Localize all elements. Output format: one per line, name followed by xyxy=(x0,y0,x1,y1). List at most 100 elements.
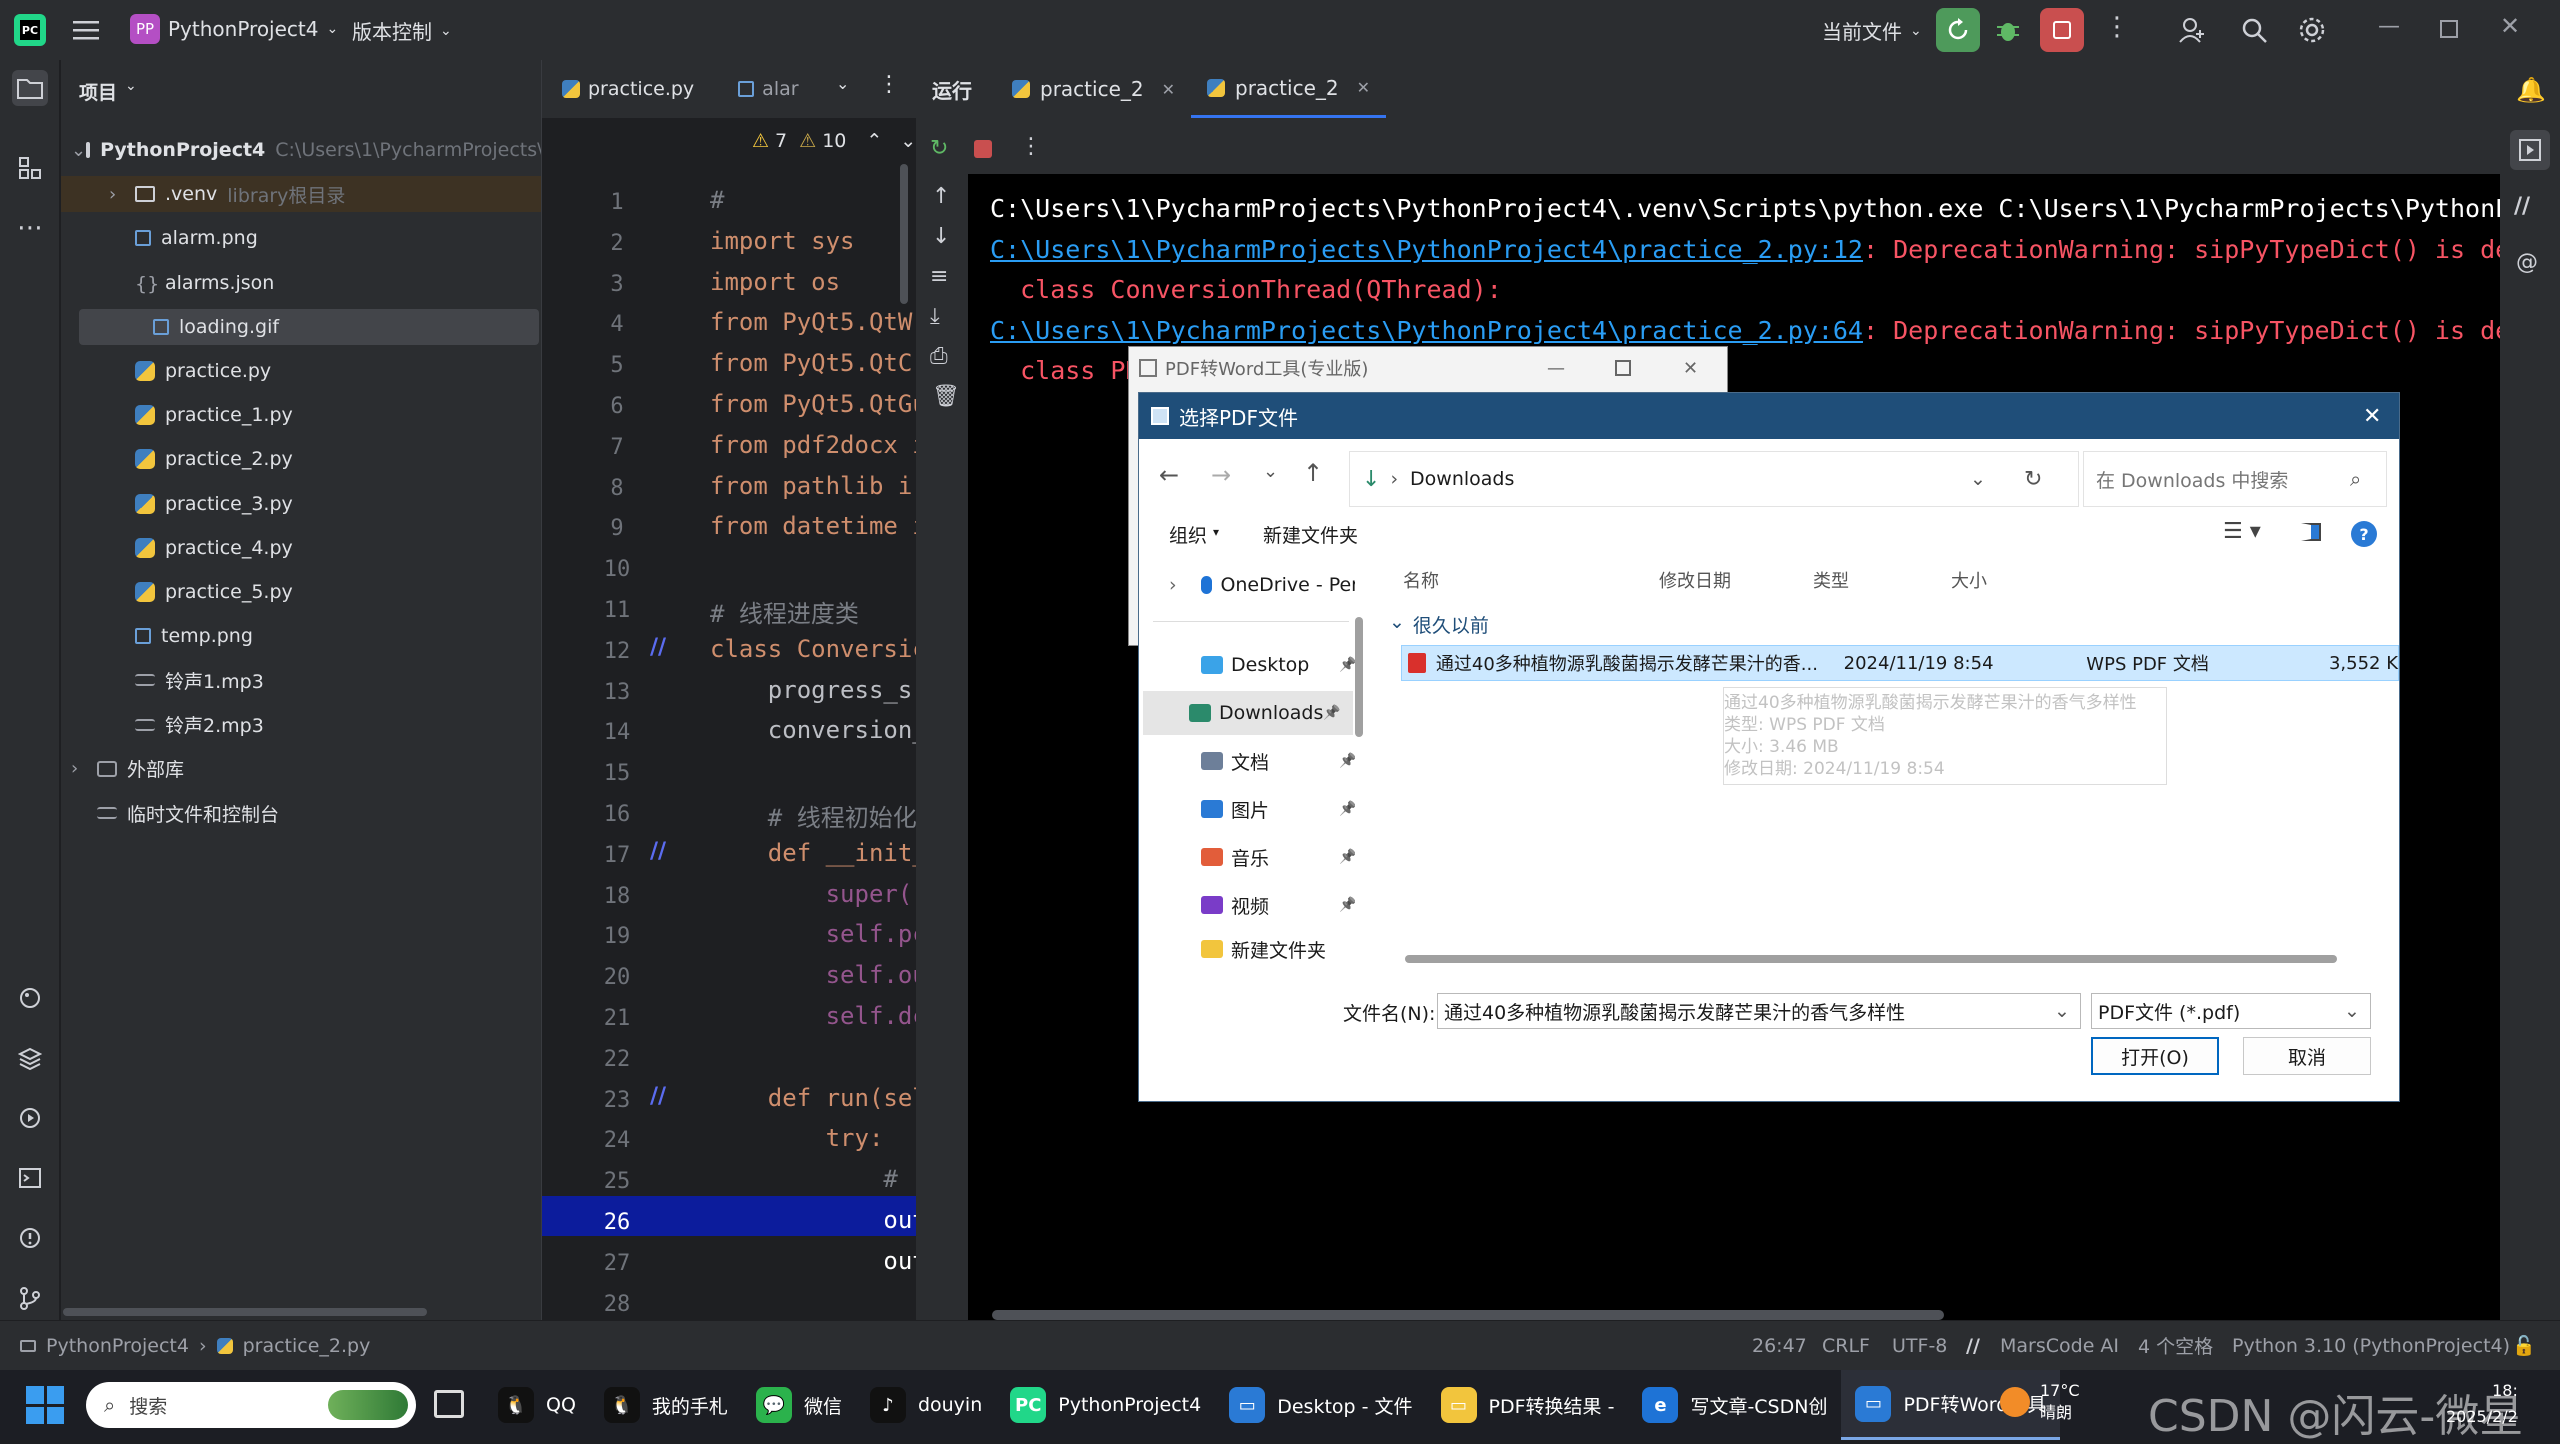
lock-icon[interactable]: 🔓 xyxy=(2512,1334,2536,1357)
marscode-icon[interactable]: // xyxy=(2514,194,2530,219)
notifications-icon[interactable]: 🔔 xyxy=(2516,76,2546,104)
taskbar-app[interactable]: 💬 微信 xyxy=(742,1370,856,1440)
editor-tab-alarm[interactable]: alar xyxy=(694,78,799,100)
chevron-right-icon[interactable]: › xyxy=(109,184,135,205)
task-view-icon[interactable] xyxy=(434,1390,464,1418)
line-ending[interactable]: CRLF xyxy=(1822,1335,1870,1357)
run-tab-practice-2-a[interactable]: practice_2 ✕ xyxy=(996,60,1191,118)
more-icon[interactable]: ⋮ xyxy=(1020,134,1042,159)
help-icon[interactable]: ? xyxy=(2351,521,2377,547)
more-icon[interactable]: ⋮ xyxy=(2104,12,2130,42)
tree-file[interactable]: practice_4.py xyxy=(109,530,531,566)
tree-file[interactable]: practice_2.py xyxy=(109,441,531,477)
chevron-down-icon[interactable]: ⌄ xyxy=(1970,468,1986,490)
more-tools-icon[interactable]: ⋯ xyxy=(12,210,48,246)
run-config-selector[interactable]: 当前文件 ⌄ xyxy=(1822,16,1922,45)
chevron-up-icon[interactable]: ⌃ xyxy=(866,130,882,152)
editor-tab-practice[interactable]: practice.py xyxy=(542,78,694,100)
column-size[interactable]: 大小 xyxy=(1951,567,1987,593)
dialog-search-input[interactable]: 在 Downloads 中搜索 ⌕ xyxy=(2083,451,2387,507)
more-icon[interactable]: ⋮ xyxy=(878,72,900,97)
close-icon[interactable]: ✕ xyxy=(1357,78,1370,97)
taskbar-app[interactable]: ▭ Desktop - 文件 xyxy=(1215,1370,1426,1440)
pycharm-logo-icon[interactable]: PC xyxy=(14,14,46,46)
new-folder-button[interactable]: 新建文件夹 xyxy=(1263,521,1358,548)
tree-folder[interactable]: › .venv library根目录 xyxy=(61,176,541,213)
debug-button[interactable] xyxy=(1990,12,2026,48)
cancel-button[interactable]: 取消 xyxy=(2243,1037,2371,1075)
git-branch-icon[interactable] xyxy=(12,1280,48,1316)
close-button[interactable]: ✕ xyxy=(2500,12,2520,40)
ai-assistant-icon[interactable]: @ xyxy=(2516,250,2538,275)
editor-scrollbar[interactable] xyxy=(900,164,908,304)
pin-icon[interactable]: 📌 xyxy=(1339,849,1355,865)
taskbar-app[interactable]: e 写文章-CSDN创 xyxy=(1628,1370,1841,1440)
chevron-down-icon[interactable]: ⌄ xyxy=(900,130,916,152)
breadcrumb-project[interactable]: PythonProject4 xyxy=(46,1335,189,1357)
console-file-link[interactable]: C:\Users\1\PycharmProjects\PythonProject… xyxy=(990,316,1863,345)
project-switcher[interactable]: PP PythonProject4 ⌄ xyxy=(130,14,338,44)
close-icon[interactable]: ✕ xyxy=(1162,80,1175,99)
run-window-icon[interactable] xyxy=(2510,130,2550,170)
pin-icon[interactable]: 📌 xyxy=(1339,897,1355,913)
close-button[interactable]: ✕ xyxy=(2363,404,2381,429)
taskbar-app[interactable]: PC PythonProject4 xyxy=(996,1370,1215,1440)
file-row[interactable]: 通过40多种植物源乳酸菌揭示发酵芒果汁的香... 2024/11/19 8:54… xyxy=(1401,645,2399,681)
start-button[interactable] xyxy=(26,1386,64,1424)
tree-file[interactable]: practice_1.py xyxy=(109,397,531,433)
ai-status[interactable]: MarsCode AI xyxy=(2000,1335,2119,1357)
rerun-button[interactable] xyxy=(1936,8,1980,52)
taskbar-app[interactable]: ♪ douyin xyxy=(856,1370,996,1440)
nav-item[interactable]: 视频 📌 xyxy=(1159,883,1355,927)
back-icon[interactable]: ← xyxy=(1159,461,1179,489)
up-icon[interactable]: ↑ xyxy=(1303,459,1323,487)
stop-icon[interactable] xyxy=(974,140,992,158)
minimize-button[interactable]: — xyxy=(1547,358,1565,379)
chevron-down-icon[interactable]: ⌄ xyxy=(2054,1000,2070,1022)
taskbar-app[interactable]: 🐧 QQ xyxy=(484,1370,590,1440)
encoding[interactable]: UTF-8 xyxy=(1892,1335,1947,1357)
main-menu-icon[interactable] xyxy=(72,16,100,44)
folder-icon[interactable] xyxy=(12,70,48,106)
file-type-filter[interactable]: PDF文件 (*.pdf) ⌄ xyxy=(2091,993,2371,1029)
vcs-menu[interactable]: 版本控制 ⌄ xyxy=(352,16,452,45)
file-list-h-scrollbar[interactable] xyxy=(1405,955,2337,963)
recent-icon[interactable]: ⌄ xyxy=(1263,461,1278,482)
layers-icon[interactable] xyxy=(12,1040,48,1076)
nav-item[interactable]: Downloads 📌 xyxy=(1143,691,1353,735)
pin-icon[interactable]: 📌 xyxy=(1339,801,1355,817)
taskbar-app[interactable]: ▭ PDF转换结果 - xyxy=(1427,1370,1629,1440)
nav-scrollbar[interactable] xyxy=(1355,617,1363,737)
weather-widget[interactable]: 17°C 晴朗 xyxy=(2000,1380,2080,1424)
tree-file[interactable]: practice_5.py xyxy=(109,574,531,610)
address-bar[interactable]: ↓ › Downloads ⌄ ↻ xyxy=(1349,451,2079,507)
console-file-link[interactable]: C:\Users\1\PycharmProjects\PythonProject… xyxy=(990,235,1863,264)
chevron-right-icon[interactable]: › xyxy=(71,758,97,779)
forward-icon[interactable]: → xyxy=(1211,461,1231,489)
organize-menu[interactable]: 组织 ▾ xyxy=(1169,521,1219,548)
tree-file[interactable]: 铃声2.mp3 xyxy=(109,707,531,743)
tree-file[interactable]: 临时文件和控制台 xyxy=(81,795,531,831)
tree-file[interactable]: loading.gif xyxy=(79,308,539,345)
breadcrumb-file[interactable]: practice_2.py xyxy=(243,1335,371,1357)
nav-item[interactable]: Desktop 📌 xyxy=(1159,643,1355,687)
chevron-down-icon[interactable]: ⌄ xyxy=(836,74,849,93)
taskbar-app[interactable]: 🐧 我的手札 xyxy=(590,1370,742,1440)
maximize-button[interactable] xyxy=(1615,360,1631,376)
preview-pane-icon[interactable] xyxy=(2301,523,2321,541)
add-user-icon[interactable] xyxy=(2176,14,2208,46)
indent-setting[interactable]: 4 个空格 xyxy=(2138,1332,2213,1359)
pin-icon[interactable]: 📌 xyxy=(1339,753,1355,769)
view-options-icon[interactable]: ☰ ▾ xyxy=(2223,519,2261,544)
close-button[interactable]: ✕ xyxy=(1683,358,1698,379)
search-icon[interactable] xyxy=(2238,14,2270,46)
rerun-icon[interactable]: ↻ xyxy=(930,136,948,161)
open-button[interactable]: 打开(O) xyxy=(2091,1037,2219,1075)
interpreter[interactable]: Python 3.10 (PythonProject4) xyxy=(2232,1335,2510,1357)
pin-icon[interactable]: 📌 xyxy=(1323,705,1340,721)
maximize-button[interactable] xyxy=(2440,20,2458,38)
caret-position[interactable]: 26:47 xyxy=(1752,1335,1807,1357)
marscode-gutter-icon[interactable]: // xyxy=(650,839,666,864)
nav-item[interactable]: 音乐 📌 xyxy=(1159,835,1355,879)
tree-folder[interactable]: ⌄ PythonProject4 C:\Users\1\PycharmProject… xyxy=(71,132,555,168)
